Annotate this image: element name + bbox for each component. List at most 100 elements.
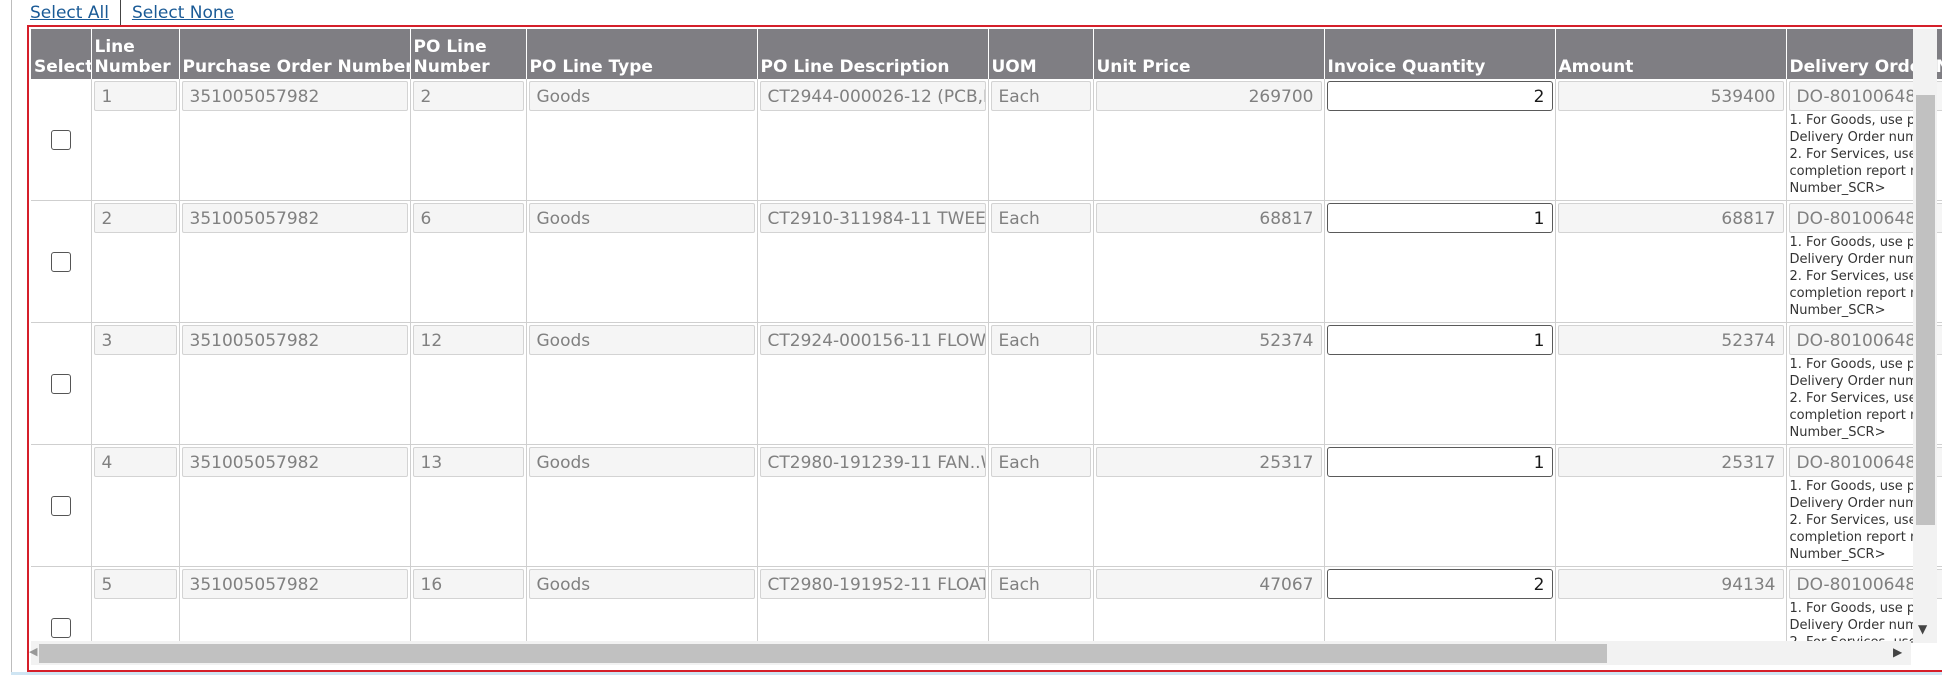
amount-cell: 52374 (1555, 322, 1787, 445)
line-number-cell: 2 (91, 200, 180, 323)
invoice-quantity-input[interactable]: 1 (1326, 203, 1553, 233)
invoice-quantity-cell: 2 (1324, 566, 1556, 643)
uom-field: Each (990, 325, 1091, 355)
po-line-number-field: 13 (412, 447, 524, 477)
po-line-number-cell: 12 (410, 322, 527, 445)
column-header-select: Select (31, 29, 92, 79)
uom-cell: Each (988, 444, 1094, 567)
po-line-type-cell: Goods (526, 322, 758, 445)
horizontal-scroll-thumb[interactable] (39, 644, 1607, 663)
table-row: 1 351005057982 2 Goods CT2944-000026-12 … (31, 79, 1942, 201)
po-line-type-cell: Goods (526, 566, 758, 643)
row-select-checkbox[interactable] (50, 129, 71, 150)
line-number-cell: 3 (91, 322, 180, 445)
po-line-number-cell: 6 (410, 200, 527, 323)
invoice-quantity-cell: 2 (1324, 79, 1556, 201)
po-line-type-field: Goods (528, 203, 755, 233)
invoice-quantity-cell: 1 (1324, 444, 1556, 567)
selection-links: Select All Select None (30, 0, 234, 25)
unit-price-field: 52374 (1095, 325, 1322, 355)
unit-price-cell: 52374 (1093, 322, 1325, 445)
invoice-quantity-input[interactable]: 1 (1326, 447, 1553, 477)
invoice-quantity-input[interactable]: 2 (1326, 569, 1553, 599)
row-select-checkbox[interactable] (50, 495, 71, 516)
unit-price-field: 68817 (1095, 203, 1322, 233)
vertical-scroll-thumb[interactable] (1916, 95, 1935, 525)
uom-field: Each (990, 569, 1091, 599)
po-number-field: 351005057982 (181, 447, 408, 477)
row-select-checkbox[interactable] (50, 617, 71, 638)
po-line-description-field: CT2910-311984-11 TWEEZ (759, 203, 986, 233)
table-row: 5 351005057982 16 Goods CT2980-191952-11… (31, 566, 1942, 643)
column-header-po-line-description: PO Line Description (757, 29, 989, 79)
invoice-quantity-input[interactable]: 1 (1326, 325, 1553, 355)
table-row: 3 351005057982 12 Goods CT2924-000156-11… (31, 322, 1942, 445)
amount-field: 52374 (1557, 325, 1784, 355)
row-select-cell (31, 200, 92, 323)
line-number-field: 1 (93, 81, 177, 111)
po-line-number-field: 6 (412, 203, 524, 233)
po-number-cell: 351005057982 (179, 322, 411, 445)
po-line-type-field: Goods (528, 569, 755, 599)
po-line-description-cell: CT2910-311984-11 TWEEZ (757, 200, 989, 323)
panel-bottom-border (11, 672, 1942, 675)
po-line-type-field: Goods (528, 325, 755, 355)
uom-cell: Each (988, 566, 1094, 643)
column-header-line-number: Line Number (91, 29, 180, 79)
column-header-po-number: Purchase Order Number (179, 29, 411, 79)
uom-field: Each (990, 81, 1091, 111)
line-number-field: 2 (93, 203, 177, 233)
row-select-cell (31, 322, 92, 445)
po-line-description-field: CT2944-000026-12 (PCB,I/ (759, 81, 986, 111)
po-number-field: 351005057982 (181, 81, 408, 111)
select-none-link[interactable]: Select None (132, 3, 234, 23)
unit-price-cell: 269700 (1093, 79, 1325, 201)
amount-cell: 68817 (1555, 200, 1787, 323)
vertical-scrollbar[interactable]: ▼ (1913, 29, 1937, 643)
select-all-link[interactable]: Select All (30, 3, 109, 23)
row-select-cell (31, 79, 92, 201)
po-line-type-field: Goods (528, 81, 755, 111)
invoice-lines-grid: Select Line Number Purchase Order Number… (31, 29, 1942, 643)
po-line-number-field: 2 (412, 81, 524, 111)
po-line-type-cell: Goods (526, 444, 758, 567)
po-line-description-cell: CT2980-191239-11 FAN..W (757, 444, 989, 567)
column-header-po-line-number: PO Line Number (410, 29, 527, 79)
line-number-field: 4 (93, 447, 177, 477)
unit-price-field: 25317 (1095, 447, 1322, 477)
invoice-quantity-input[interactable]: 2 (1326, 81, 1553, 111)
po-number-cell: 351005057982 (179, 566, 411, 643)
po-number-field: 351005057982 (181, 203, 408, 233)
po-line-number-cell: 16 (410, 566, 527, 643)
po-number-cell: 351005057982 (179, 79, 411, 201)
po-number-cell: 351005057982 (179, 200, 411, 323)
unit-price-field: 47067 (1095, 569, 1322, 599)
po-number-field: 351005057982 (181, 325, 408, 355)
row-select-checkbox[interactable] (50, 373, 71, 394)
column-header-invoice-quantity: Invoice Quantity (1324, 29, 1556, 79)
column-header-po-line-type: PO Line Type (526, 29, 758, 79)
unit-price-cell: 68817 (1093, 200, 1325, 323)
po-line-description-field: CT2980-191239-11 FAN..W (759, 447, 986, 477)
line-number-cell: 5 (91, 566, 180, 643)
amount-field: 539400 (1557, 81, 1784, 111)
arrow-left-icon[interactable]: ◀ (29, 646, 37, 658)
line-number-cell: 1 (91, 79, 180, 201)
uom-cell: Each (988, 322, 1094, 445)
amount-cell: 539400 (1555, 79, 1787, 201)
horizontal-scrollbar[interactable]: ◀ ▶ (29, 641, 1911, 665)
uom-field: Each (990, 203, 1091, 233)
unit-price-cell: 47067 (1093, 566, 1325, 643)
amount-field: 68817 (1557, 203, 1784, 233)
unit-price-cell: 25317 (1093, 444, 1325, 567)
po-line-description-field: CT2924-000156-11 FLOW I (759, 325, 986, 355)
table-header-row: Select Line Number Purchase Order Number… (31, 29, 1942, 79)
invoice-lines-panel: Select Line Number Purchase Order Number… (27, 25, 1942, 672)
amount-field: 94134 (1557, 569, 1784, 599)
row-select-checkbox[interactable] (50, 251, 71, 272)
invoice-lines-table: Select Line Number Purchase Order Number… (31, 29, 1942, 643)
po-line-number-field: 16 (412, 569, 524, 599)
arrow-right-icon[interactable]: ▶ (1893, 646, 1902, 658)
line-number-cell: 4 (91, 444, 180, 567)
arrow-down-icon[interactable]: ▼ (1918, 623, 1927, 635)
